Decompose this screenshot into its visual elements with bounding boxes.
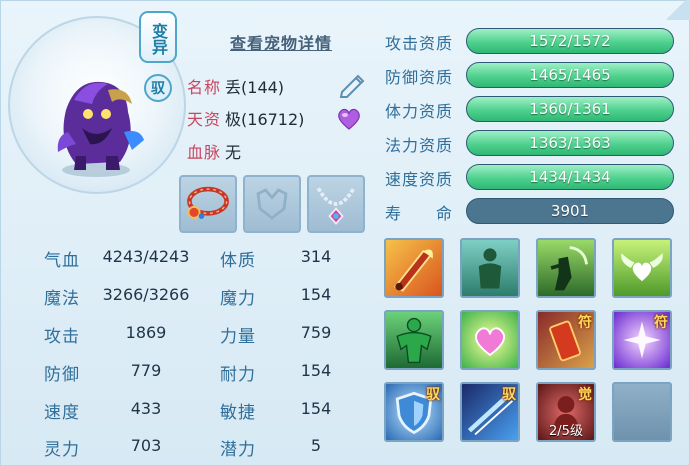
lifespan-label: 寿 命 bbox=[385, 204, 454, 223]
speed-label: 速度 bbox=[44, 403, 80, 423]
potential-value: 5 bbox=[310, 436, 322, 455]
strength-value: 759 bbox=[300, 323, 332, 342]
skill-slot-11[interactable]: 觉 2/5级 bbox=[536, 382, 596, 442]
pet-model-icon bbox=[57, 81, 144, 177]
speed-aptitude-value: 1434/1434 bbox=[529, 168, 611, 186]
equipment-slot-1[interactable] bbox=[179, 175, 237, 233]
magic-power-label: 魔力 bbox=[220, 289, 256, 309]
pet-name-label: 名称 bbox=[187, 78, 222, 97]
lifespan-bar: 3901 bbox=[466, 198, 674, 224]
red-bracelet-icon bbox=[187, 186, 229, 219]
skill-slot-6[interactable] bbox=[460, 310, 520, 370]
defense-aptitude-value: 1465/1465 bbox=[529, 66, 611, 84]
skill-slot-12[interactable] bbox=[612, 382, 672, 442]
spirit-label: 灵力 bbox=[44, 440, 80, 460]
agility-value: 154 bbox=[300, 399, 332, 418]
skill-slot-7[interactable]: 符 bbox=[536, 310, 596, 370]
warrior-silhouette-icon bbox=[550, 246, 588, 291]
constitution-value: 314 bbox=[300, 247, 332, 266]
skill-slot-2[interactable] bbox=[460, 238, 520, 298]
stamina-aptitude-bar: 1360/1361 bbox=[466, 96, 674, 122]
attack-aptitude-label: 攻击资质 bbox=[385, 34, 454, 53]
green-figure-icon bbox=[478, 248, 502, 289]
hp-label: 气血 bbox=[44, 251, 80, 271]
equipment-slot-3[interactable] bbox=[307, 175, 365, 233]
skill-slot-5[interactable] bbox=[384, 310, 444, 370]
heart-glow-icon bbox=[475, 327, 505, 357]
skill-10-tag: 驭 bbox=[502, 387, 516, 403]
skill-slot-9[interactable]: 驭 bbox=[384, 382, 444, 442]
endurance-value: 154 bbox=[300, 361, 332, 380]
heart-icon[interactable] bbox=[336, 107, 362, 131]
winged-heart-icon bbox=[621, 253, 663, 282]
variant-badge: 变异 bbox=[139, 11, 177, 63]
pet-talent-value: 极(16712) bbox=[225, 110, 305, 129]
speed-value: 433 bbox=[130, 399, 162, 418]
equipment-slot-2[interactable] bbox=[243, 175, 301, 233]
magic-aptitude-value: 1363/1363 bbox=[529, 134, 611, 152]
skill-8-tag: 符 bbox=[654, 315, 668, 331]
attack-aptitude-value: 1572/1572 bbox=[529, 32, 611, 50]
flame-sword-icon bbox=[393, 249, 433, 292]
skill-11-tag: 觉 bbox=[578, 387, 592, 403]
stamina-aptitude-label: 体力资质 bbox=[385, 102, 454, 121]
skill-slot-1[interactable] bbox=[384, 238, 444, 298]
defense-aptitude-label: 防御资质 bbox=[385, 68, 454, 87]
view-pet-details-link[interactable]: 查看宠物详情 bbox=[230, 30, 332, 54]
pet-name-row: 名称 丢(144) bbox=[187, 75, 284, 97]
panel-corner bbox=[662, 0, 690, 20]
defense-aptitude-bar: 1465/1465 bbox=[466, 62, 674, 88]
spirit-value: 703 bbox=[130, 436, 162, 455]
attack-aptitude-bar: 1572/1572 bbox=[466, 28, 674, 54]
mp-value: 3266/3266 bbox=[102, 285, 190, 304]
skill-slot-3[interactable] bbox=[536, 238, 596, 298]
rename-pencil-icon[interactable] bbox=[336, 72, 368, 98]
attack-label: 攻击 bbox=[44, 327, 80, 347]
strength-label: 力量 bbox=[220, 327, 256, 347]
magic-aptitude-label: 法力资质 bbox=[385, 136, 454, 155]
hp-value: 4243/4243 bbox=[102, 247, 190, 266]
stamina-aptitude-value: 1360/1361 bbox=[529, 100, 611, 118]
pet-bloodline-label: 血脉 bbox=[187, 143, 222, 162]
magic-power-value: 154 bbox=[300, 285, 332, 304]
endurance-label: 耐力 bbox=[220, 365, 256, 385]
pet-bloodline-row: 血脉 无 bbox=[187, 140, 241, 162]
skill-slot-10[interactable]: 驭 bbox=[460, 382, 520, 442]
skill-slot-8[interactable]: 符 bbox=[612, 310, 672, 370]
pet-bloodline-value: 无 bbox=[225, 143, 242, 162]
skill-7-tag: 符 bbox=[578, 315, 592, 331]
skill-11-level: 2/5级 bbox=[549, 424, 583, 439]
attack-value: 1869 bbox=[125, 323, 167, 342]
muscle-man-icon bbox=[396, 317, 432, 364]
defense-label: 防御 bbox=[44, 365, 80, 385]
skill-9-tag: 驭 bbox=[426, 387, 440, 403]
pet-talent-row: 天资 极(16712) bbox=[187, 107, 304, 129]
skill-slot-4[interactable] bbox=[612, 238, 672, 298]
agility-label: 敏捷 bbox=[220, 403, 256, 423]
lifespan-value: 3901 bbox=[550, 202, 590, 220]
constitution-label: 体质 bbox=[220, 251, 256, 271]
potential-label: 潜力 bbox=[220, 440, 256, 460]
pet-talent-label: 天资 bbox=[187, 110, 222, 129]
mp-label: 魔法 bbox=[44, 289, 80, 309]
silver-necklace-icon bbox=[316, 187, 356, 225]
speed-aptitude-label: 速度资质 bbox=[385, 170, 454, 189]
pet-name-value: 丢(144) bbox=[225, 78, 285, 97]
tame-badge: 驭 bbox=[144, 74, 172, 102]
magic-aptitude-bar: 1363/1363 bbox=[466, 130, 674, 156]
defense-value: 779 bbox=[130, 361, 162, 380]
speed-aptitude-bar: 1434/1434 bbox=[466, 164, 674, 190]
empty-slot-icon bbox=[256, 188, 288, 220]
